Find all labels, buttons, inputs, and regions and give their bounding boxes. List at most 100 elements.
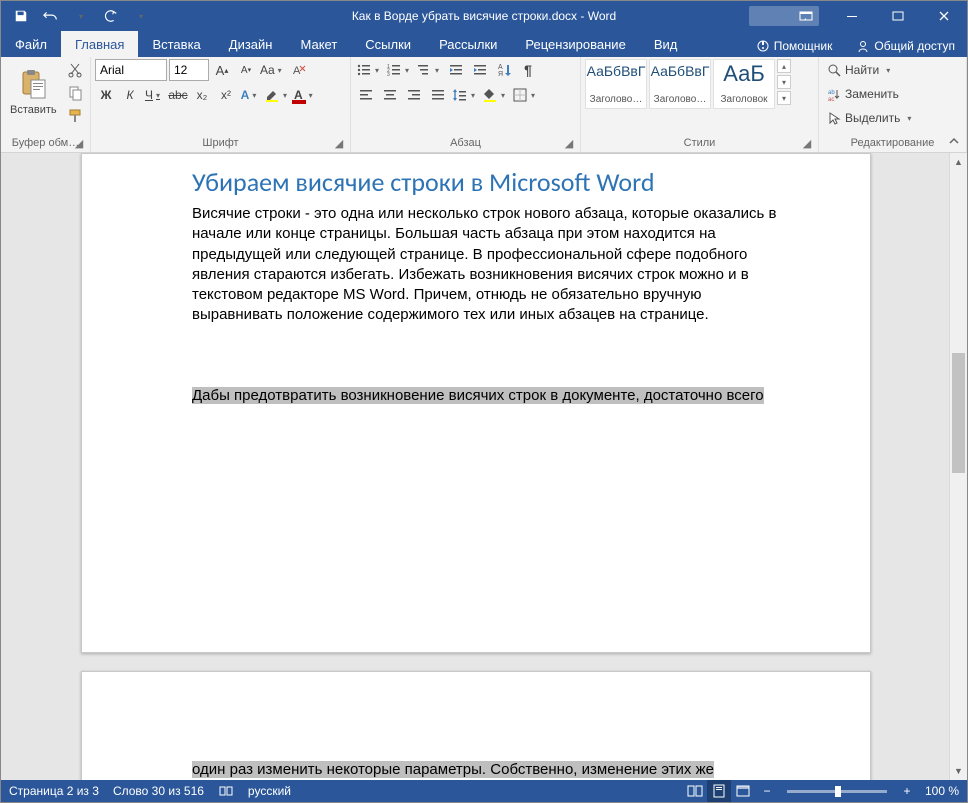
read-mode-button[interactable] <box>683 780 707 802</box>
redo-button[interactable] <box>97 4 125 28</box>
zoom-level[interactable]: 100 % <box>925 784 959 798</box>
clipboard-launcher[interactable]: ◢ <box>72 137 86 151</box>
font-color-button[interactable]: A▾ <box>293 84 317 106</box>
change-case-button[interactable]: Aa▾ <box>259 59 286 81</box>
print-layout-button[interactable] <box>707 780 731 802</box>
underline-button[interactable]: Ч▾ <box>143 84 165 106</box>
highlight-button[interactable]: ▾ <box>263 84 291 106</box>
tell-me-label: Помощник <box>774 39 833 53</box>
styles-label: Стили <box>684 137 716 149</box>
undo-dropdown[interactable]: ▾ <box>67 4 95 28</box>
line-spacing-button[interactable]: ▾ <box>451 84 479 106</box>
scroll-thumb[interactable] <box>952 353 965 473</box>
page-viewport[interactable]: Убираем висячие строки в Microsoft Word … <box>1 153 949 780</box>
subscript-button[interactable]: x₂ <box>191 84 213 106</box>
svg-text:A: A <box>293 65 301 77</box>
show-marks-button[interactable]: ¶ <box>517 59 539 81</box>
scroll-up-arrow[interactable]: ▲ <box>950 153 967 171</box>
tab-mailings[interactable]: Рассылки <box>425 31 511 57</box>
tab-home[interactable]: Главная <box>61 31 138 57</box>
tab-insert[interactable]: Вставка <box>138 31 214 57</box>
select-button[interactable]: Выделить▾ <box>823 107 918 129</box>
qat-customize[interactable]: ▾ <box>127 4 155 28</box>
title-bar: ▾ ▾ Как в Ворде убрать висячие строки.do… <box>1 1 967 31</box>
shrink-font-button[interactable]: A▾ <box>235 59 257 81</box>
ribbon-options-button[interactable] <box>783 1 829 31</box>
font-label: Шрифт <box>202 137 238 149</box>
grow-font-button[interactable]: A▴ <box>211 59 233 81</box>
cut-button[interactable] <box>64 59 86 81</box>
zoom-slider[interactable] <box>787 790 887 793</box>
style-heading1[interactable]: АаБбВвГЗаголово… <box>585 59 647 109</box>
superscript-button[interactable]: x² <box>215 84 237 106</box>
multilevel-list-button[interactable]: ▾ <box>415 59 443 81</box>
collapse-ribbon-button[interactable] <box>947 134 963 150</box>
bullets-button[interactable]: ▾ <box>355 59 383 81</box>
find-button[interactable]: Найти▾ <box>823 59 897 81</box>
doc-para-intro[interactable]: Висячие строки - это одна или несколько … <box>192 204 780 326</box>
styles-launcher[interactable]: ◢ <box>800 137 814 151</box>
proofing-button[interactable] <box>218 784 234 798</box>
paragraph-launcher[interactable]: ◢ <box>562 137 576 151</box>
page-indicator[interactable]: Страница 2 из 3 <box>9 784 99 798</box>
scroll-down-arrow[interactable]: ▼ <box>950 762 967 780</box>
style-heading2[interactable]: АаБбВвГЗаголово… <box>649 59 711 109</box>
tab-layout[interactable]: Макет <box>286 31 351 57</box>
align-center-button[interactable] <box>379 84 401 106</box>
format-painter-button[interactable] <box>64 105 86 127</box>
styles-expand[interactable]: ▾ <box>777 91 791 105</box>
clear-formatting-button[interactable]: A <box>288 59 310 81</box>
shading-button[interactable]: ▾ <box>481 84 509 106</box>
tab-file[interactable]: Файл <box>1 31 61 57</box>
minimize-button[interactable] <box>829 1 875 31</box>
justify-button[interactable] <box>427 84 449 106</box>
replace-button[interactable]: abac Заменить <box>823 83 903 105</box>
svg-text:Я: Я <box>498 71 503 78</box>
strike-button[interactable]: abc <box>167 84 189 106</box>
zoom-slider-knob[interactable] <box>835 786 841 797</box>
word-count[interactable]: Слово 30 из 516 <box>113 784 204 798</box>
doc-para-selected2[interactable]: один раз изменить некоторые параметры. С… <box>192 760 780 780</box>
styles-scroll-up[interactable]: ▴ <box>777 59 791 73</box>
align-right-button[interactable] <box>403 84 425 106</box>
bold-button[interactable]: Ж <box>95 84 117 106</box>
italic-button[interactable]: К <box>119 84 141 106</box>
copy-button[interactable] <box>64 82 86 104</box>
close-button[interactable] <box>921 1 967 31</box>
tab-view[interactable]: Вид <box>640 31 692 57</box>
replace-icon: abac <box>827 87 841 101</box>
window-title: Как в Ворде убрать висячие строки.docx -… <box>352 9 616 23</box>
tell-me-button[interactable]: Помощник <box>744 35 845 57</box>
window-controls <box>783 1 967 31</box>
font-launcher[interactable]: ◢ <box>332 137 346 151</box>
cursor-icon <box>827 111 841 125</box>
maximize-button[interactable] <box>875 1 921 31</box>
undo-button[interactable] <box>37 4 65 28</box>
styles-scroll-down[interactable]: ▾ <box>777 75 791 89</box>
style-title[interactable]: АаБЗаголовок <box>713 59 775 109</box>
paste-button[interactable]: Вставить <box>5 59 62 125</box>
save-button[interactable] <box>7 4 35 28</box>
increase-indent-button[interactable] <box>469 59 491 81</box>
doc-para-selected1[interactable]: Дабы предотвратить возникновение висячих… <box>192 386 780 406</box>
borders-button[interactable]: ▾ <box>511 84 539 106</box>
tab-review[interactable]: Рецензирование <box>511 31 639 57</box>
align-left-button[interactable] <box>355 84 377 106</box>
language-indicator[interactable]: русский <box>248 784 291 798</box>
tab-design[interactable]: Дизайн <box>215 31 287 57</box>
text-effects-button[interactable]: A▾ <box>239 84 261 106</box>
font-name-combo[interactable] <box>95 59 167 81</box>
numbering-button[interactable]: 123▾ <box>385 59 413 81</box>
zoom-out-button[interactable]: − <box>755 780 779 802</box>
decrease-indent-button[interactable] <box>445 59 467 81</box>
zoom-in-button[interactable]: + <box>895 780 919 802</box>
tab-references[interactable]: Ссылки <box>351 31 425 57</box>
share-button[interactable]: Общий доступ <box>844 35 967 57</box>
doc-heading1[interactable]: Убираем висячие строки в Microsoft Word <box>192 166 780 198</box>
svg-text:A: A <box>498 64 503 71</box>
sort-button[interactable]: AЯ <box>493 59 515 81</box>
font-size-combo[interactable] <box>169 59 209 81</box>
vertical-scrollbar[interactable]: ▲ ▼ <box>949 153 967 780</box>
svg-text:ac: ac <box>828 97 834 101</box>
web-layout-button[interactable] <box>731 780 755 802</box>
